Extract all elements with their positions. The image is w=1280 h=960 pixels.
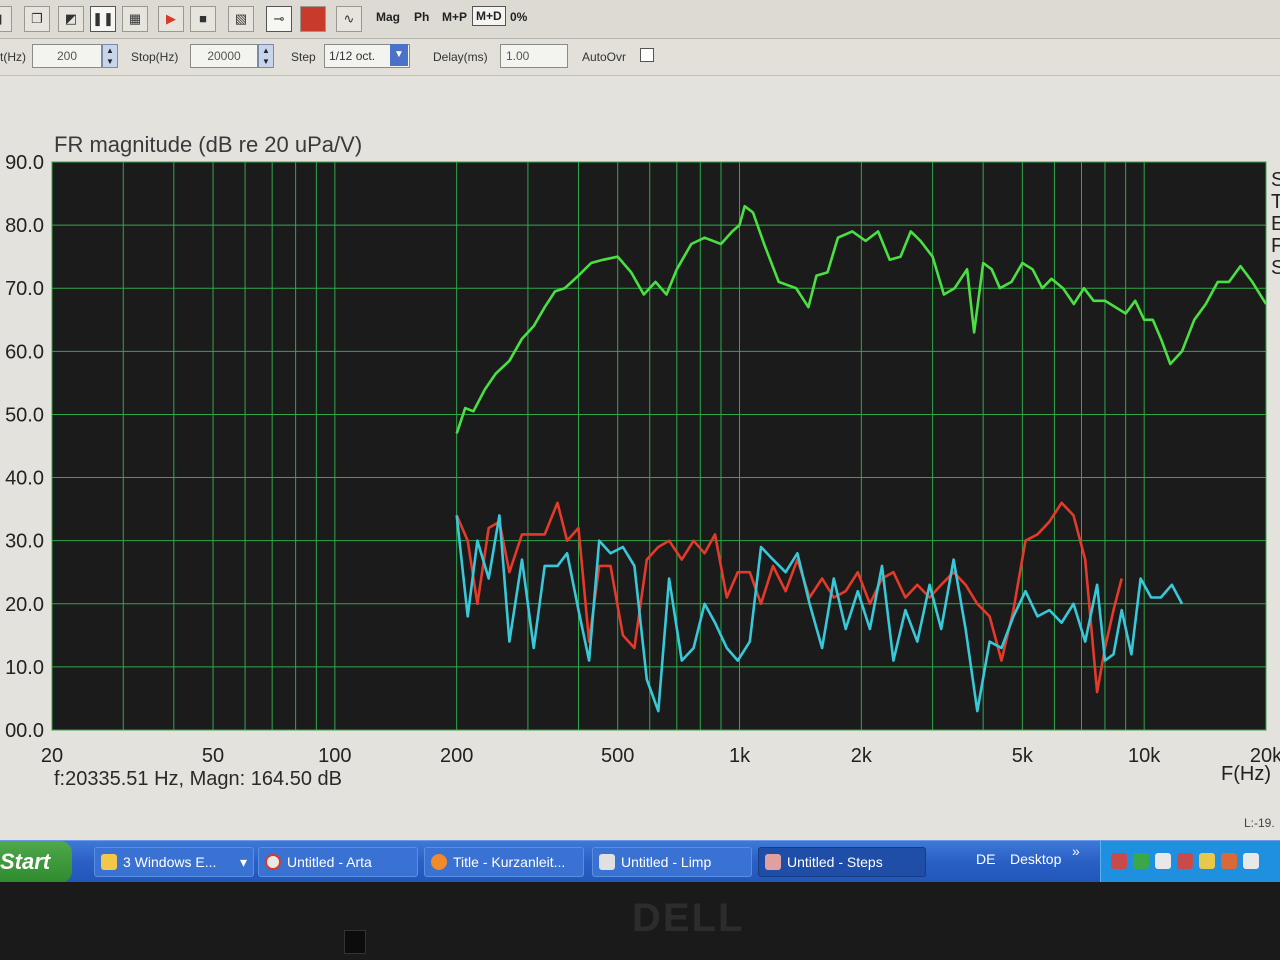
mag-button[interactable]: Mag <box>376 10 400 24</box>
firefox-icon <box>431 854 447 870</box>
chevron-right-icon[interactable]: » <box>1072 843 1080 859</box>
cursor-readout: f:20335.51 Hz, Magn: 164.50 dB <box>54 768 342 790</box>
monitor-icon[interactable] <box>1155 853 1171 869</box>
main-toolbar: ▮ ❐ ◩ ❚❚ ▦ ▶ ■ ▧ ⊸ ∿ Mag Ph M+P M+D 0% <box>0 0 1280 39</box>
stop-freq-spinner[interactable]: ▲ ▼ <box>258 44 274 68</box>
system-tray <box>1100 841 1280 883</box>
ph-button[interactable]: Ph <box>414 10 429 24</box>
webcam-icon <box>344 930 366 954</box>
legend-letter: F <box>1271 235 1280 257</box>
taskbar: Start 3 Windows E... ▾ Untitled - Arta T… <box>0 840 1280 883</box>
stop-icon[interactable]: ■ <box>190 6 216 32</box>
taskbar-item-limp[interactable]: Untitled - Limp <box>592 847 752 877</box>
taskbar-item-label: Title - Kurzanleit... <box>453 854 566 870</box>
folder-icon <box>101 854 117 870</box>
start-freq-label: t(Hz) <box>0 50 26 64</box>
laptop-logo: DELL <box>632 896 745 940</box>
start-freq-field[interactable]: 200 <box>32 44 102 68</box>
x-tick-label: 500 <box>601 745 634 767</box>
taskbar-item-steps[interactable]: Untitled - Steps <box>758 847 926 877</box>
language-indicator[interactable]: DE <box>976 851 995 867</box>
x-tick-label: 200 <box>440 745 473 767</box>
y-tick-label: 80.0 <box>5 215 44 237</box>
taskbar-item-arta[interactable]: Untitled - Arta <box>258 847 418 877</box>
x-tick-label: 5k <box>1012 745 1034 767</box>
parameter-bar: t(Hz) 200 ▲ ▼ Stop(Hz) 20000 ▲ ▼ Step 1/12… <box>0 39 1280 76</box>
y-tick-label: 70.0 <box>5 278 44 300</box>
grid-icon[interactable]: ▦ <box>122 6 148 32</box>
taskbar-item-label: 3 Windows E... <box>123 854 217 870</box>
md-button[interactable]: M+D <box>472 6 506 26</box>
percent-button[interactable]: 0% <box>510 10 527 24</box>
volume-icon[interactable] <box>1243 853 1259 869</box>
autoovr-checkbox[interactable] <box>640 48 654 62</box>
spectrum-icon[interactable] <box>300 6 326 32</box>
play-icon[interactable]: ▶ <box>158 6 184 32</box>
y-tick-label: 30.0 <box>5 531 44 553</box>
save-icon[interactable]: ▮ <box>0 6 12 32</box>
legend-letter: S <box>1271 257 1280 279</box>
delay-field[interactable]: 1.00 <box>500 44 568 68</box>
legend-letter: S <box>1271 169 1280 191</box>
sync-icon[interactable] <box>1221 853 1237 869</box>
plot-background <box>51 161 1267 731</box>
legend-letter: T <box>1271 191 1280 213</box>
legend-letter: E <box>1271 213 1280 235</box>
edit-icon[interactable]: ◩ <box>58 6 84 32</box>
limp-icon <box>599 854 615 870</box>
stop-freq-field[interactable]: 20000 <box>190 44 258 68</box>
y-tick-label: 20.0 <box>5 594 44 616</box>
network-icon[interactable] <box>1111 853 1127 869</box>
screen: ▮ ❐ ◩ ❚❚ ▦ ▶ ■ ▧ ⊸ ∿ Mag Ph M+P M+D 0% t… <box>0 0 1280 880</box>
y-tick-label: 00.0 <box>5 720 44 742</box>
copy-icon[interactable]: ❐ <box>24 6 50 32</box>
start-button[interactable]: Start <box>0 841 72 883</box>
taskbar-item-label: Untitled - Limp <box>621 854 712 870</box>
alert-icon[interactable] <box>1177 853 1193 869</box>
status-level: L:-19. <box>1244 816 1275 830</box>
x-tick-label: 20 <box>41 745 63 767</box>
delay-label: Delay(ms) <box>433 50 488 64</box>
y-tick-label: 90.0 <box>5 152 44 174</box>
taskbar-item-browser[interactable]: Title - Kurzanleit... <box>424 847 584 877</box>
y-tick-label: 60.0 <box>5 341 44 363</box>
desktop-toolbar[interactable]: Desktop <box>1010 851 1061 867</box>
taskbar-item-explorer[interactable]: 3 Windows E... ▾ <box>94 847 254 877</box>
step-label: Step <box>291 50 316 64</box>
stop-freq-label: Stop(Hz) <box>131 50 179 64</box>
taskbar-item-label: Untitled - Arta <box>287 854 372 870</box>
taskbar-item-label: Untitled - Steps <box>787 854 883 870</box>
x-tick-label: 50 <box>202 745 224 767</box>
arta-icon <box>265 854 281 870</box>
y-tick-label: 40.0 <box>5 468 44 490</box>
steps-icon <box>765 854 781 870</box>
autoovr-label: AutoOvr <box>582 50 627 64</box>
x-axis-label: F(Hz) <box>1221 763 1271 785</box>
mp-button[interactable]: M+P <box>442 10 467 24</box>
power-icon[interactable] <box>1199 853 1215 869</box>
pause-icon[interactable]: ❚❚ <box>90 6 116 32</box>
start-freq-spinner[interactable]: ▲ ▼ <box>102 44 118 68</box>
y-tick-label: 10.0 <box>5 657 44 679</box>
update-icon[interactable] <box>1133 853 1149 869</box>
chevron-down-icon: ▾ <box>239 854 247 870</box>
x-tick-label: 10k <box>1128 745 1161 767</box>
x-tick-label: 1k <box>729 745 751 767</box>
y-tick-label: 50.0 <box>5 404 44 426</box>
x-tick-label: 100 <box>318 745 351 767</box>
waveform-icon[interactable]: ∿ <box>336 6 362 32</box>
probe-icon[interactable]: ⊸ <box>266 6 292 32</box>
frequency-response-chart[interactable]: 90.0 80.0 70.0 60.0 50.0 40.0 30.0 20.0 10.0 00.0… <box>0 150 1280 790</box>
hatch-icon[interactable]: ▧ <box>228 6 254 32</box>
x-tick-label: 2k <box>851 745 873 767</box>
chevron-down-icon[interactable]: ▼ <box>390 44 408 66</box>
